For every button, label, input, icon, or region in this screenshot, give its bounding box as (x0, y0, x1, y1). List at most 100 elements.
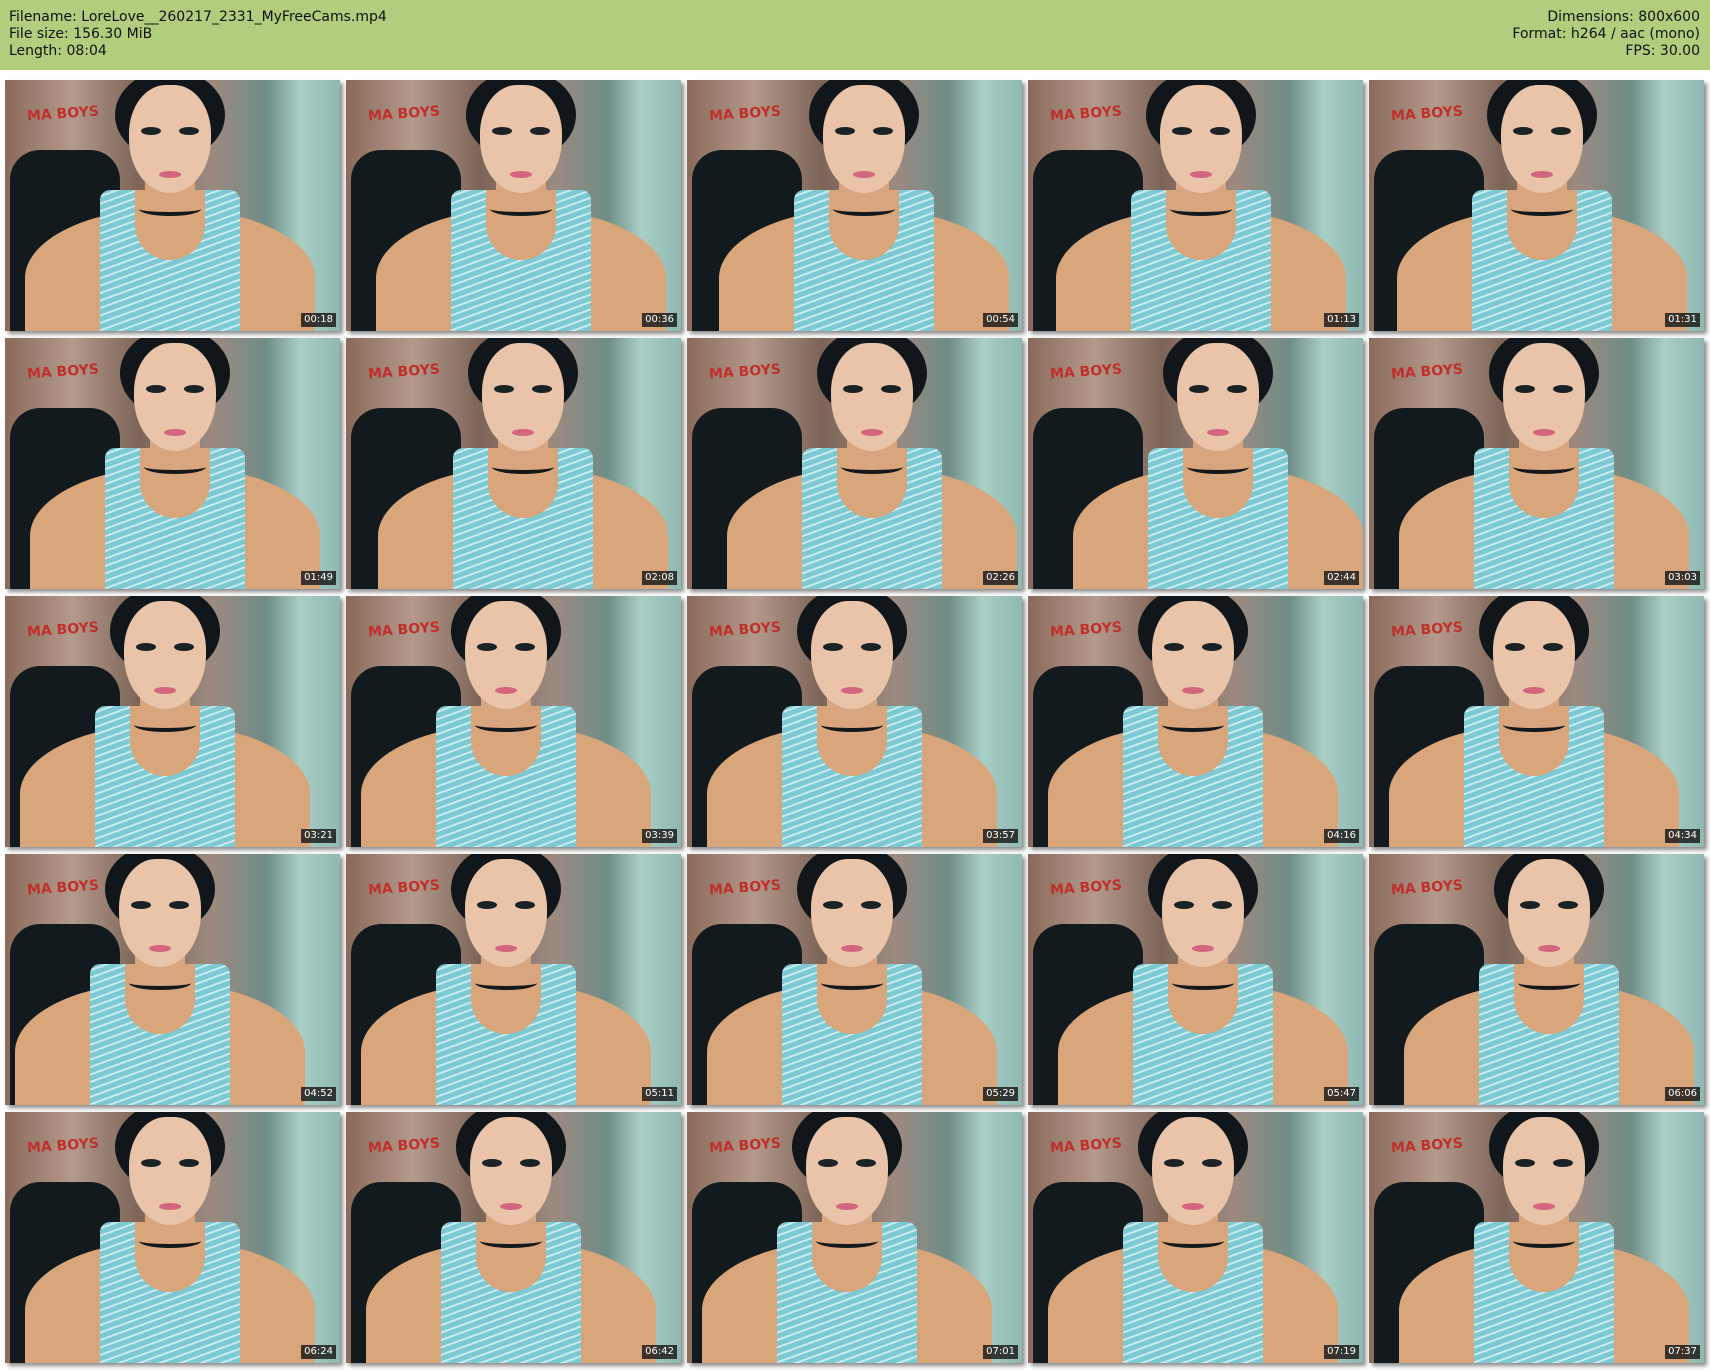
video-thumbnail[interactable]: MA BOYS 02:08 (346, 338, 681, 589)
choker (816, 1234, 878, 1248)
video-thumbnail[interactable]: MA BOYS 07:37 (1369, 1112, 1704, 1363)
video-thumbnail[interactable]: MA BOYS 03:57 (687, 596, 1022, 847)
lips (1192, 945, 1214, 952)
timestamp-label: 07:37 (1665, 1345, 1700, 1359)
wall-sign: MA BOYS (367, 877, 441, 899)
video-thumbnail[interactable]: MA BOYS 01:49 (5, 338, 340, 589)
timestamp-label: 04:16 (1324, 829, 1359, 843)
eye (1164, 1159, 1184, 1167)
eye (492, 127, 512, 135)
timestamp-label: 02:08 (642, 571, 677, 585)
timestamp-label: 03:57 (983, 829, 1018, 843)
lips (1533, 429, 1555, 436)
lips (495, 945, 517, 952)
choker (139, 202, 201, 216)
video-thumbnail[interactable]: MA BOYS 07:19 (1028, 1112, 1363, 1363)
eye (1553, 385, 1573, 393)
face (806, 1117, 888, 1225)
eye (861, 643, 881, 651)
timestamp-label: 07:01 (983, 1345, 1018, 1359)
face (1177, 343, 1259, 451)
video-thumbnail[interactable]: MA BOYS 05:47 (1028, 854, 1363, 1105)
video-thumbnail[interactable]: MA BOYS 04:34 (1369, 596, 1704, 847)
video-thumbnail[interactable]: MA BOYS 07:01 (687, 1112, 1022, 1363)
timestamp-label: 02:44 (1324, 571, 1359, 585)
video-thumbnail[interactable]: MA BOYS 05:29 (687, 854, 1022, 1105)
eye (823, 901, 843, 909)
face (1493, 601, 1575, 709)
face (1503, 1117, 1585, 1225)
eye (179, 127, 199, 135)
video-thumbnail[interactable]: MA BOYS 03:21 (5, 596, 340, 847)
video-thumbnail[interactable]: MA BOYS 06:06 (1369, 854, 1704, 1105)
video-thumbnail[interactable]: MA BOYS 02:26 (687, 338, 1022, 589)
lips (495, 687, 517, 694)
timestamp-label: 06:24 (301, 1345, 336, 1359)
face (134, 343, 216, 451)
lips (1531, 171, 1553, 178)
timestamp-label: 02:26 (983, 571, 1018, 585)
eye (515, 643, 535, 651)
video-thumbnail[interactable]: MA BOYS 00:54 (687, 80, 1022, 331)
timestamp-label: 05:29 (983, 1087, 1018, 1101)
video-thumbnail[interactable]: MA BOYS 03:39 (346, 596, 681, 847)
timestamp-label: 01:13 (1324, 313, 1359, 327)
lips (1190, 171, 1212, 178)
eye (1515, 1159, 1535, 1167)
face (1152, 601, 1234, 709)
choker (139, 1234, 201, 1248)
choker (1170, 202, 1232, 216)
face (124, 601, 206, 709)
lips (1182, 1203, 1204, 1210)
choker (1513, 1234, 1575, 1248)
timestamp-label: 01:49 (301, 571, 336, 585)
video-thumbnail[interactable]: MA BOYS 05:11 (346, 854, 681, 1105)
eye (1505, 643, 1525, 651)
wall-sign: MA BOYS (708, 877, 782, 899)
wall-sign: MA BOYS (1390, 361, 1464, 383)
choker (1503, 718, 1565, 732)
timestamp-label: 06:42 (642, 1345, 677, 1359)
video-thumbnail[interactable]: MA BOYS 00:18 (5, 80, 340, 331)
filesize-text: File size: 156.30 MiB (9, 26, 153, 42)
timestamp-label: 03:03 (1665, 571, 1700, 585)
video-thumbnail[interactable]: MA BOYS 01:31 (1369, 80, 1704, 331)
video-thumbnail[interactable]: MA BOYS 04:52 (5, 854, 340, 1105)
wall-sign: MA BOYS (26, 619, 100, 641)
face (811, 859, 893, 967)
wall-sign: MA BOYS (708, 103, 782, 125)
wall-sign: MA BOYS (1049, 361, 1123, 383)
video-thumbnail[interactable]: MA BOYS 03:03 (1369, 338, 1704, 589)
length-text: Length: 08:04 (9, 43, 107, 59)
fps-text: FPS: 30.00 (1625, 43, 1700, 59)
face (1501, 85, 1583, 193)
eye (1553, 1159, 1573, 1167)
face (1162, 859, 1244, 967)
video-thumbnail[interactable]: MA BOYS 06:24 (5, 1112, 340, 1363)
lips (164, 429, 186, 436)
wall-sign: MA BOYS (26, 877, 100, 899)
eye (1227, 385, 1247, 393)
lips (861, 429, 883, 436)
video-thumbnail[interactable]: MA BOYS 01:13 (1028, 80, 1363, 331)
wall-sign: MA BOYS (708, 361, 782, 383)
video-thumbnail[interactable]: MA BOYS 02:44 (1028, 338, 1363, 589)
face (1152, 1117, 1234, 1225)
eye (515, 901, 535, 909)
video-info-header: Filename: LoreLove__260217_2331_MyFreeCa… (0, 0, 1710, 70)
video-thumbnail[interactable]: MA BOYS 00:36 (346, 80, 681, 331)
eye (1551, 127, 1571, 135)
choker (1162, 718, 1224, 732)
face (823, 85, 905, 193)
choker (134, 718, 196, 732)
choker (144, 460, 206, 474)
video-thumbnail[interactable]: MA BOYS 04:16 (1028, 596, 1363, 847)
dimensions-text: Dimensions: 800x600 (1547, 9, 1700, 25)
video-thumbnail[interactable]: MA BOYS 06:42 (346, 1112, 681, 1363)
choker (1518, 976, 1580, 990)
wall-sign: MA BOYS (367, 361, 441, 383)
eye (861, 901, 881, 909)
wall-sign: MA BOYS (1390, 619, 1464, 641)
lips (836, 1203, 858, 1210)
eye (532, 385, 552, 393)
